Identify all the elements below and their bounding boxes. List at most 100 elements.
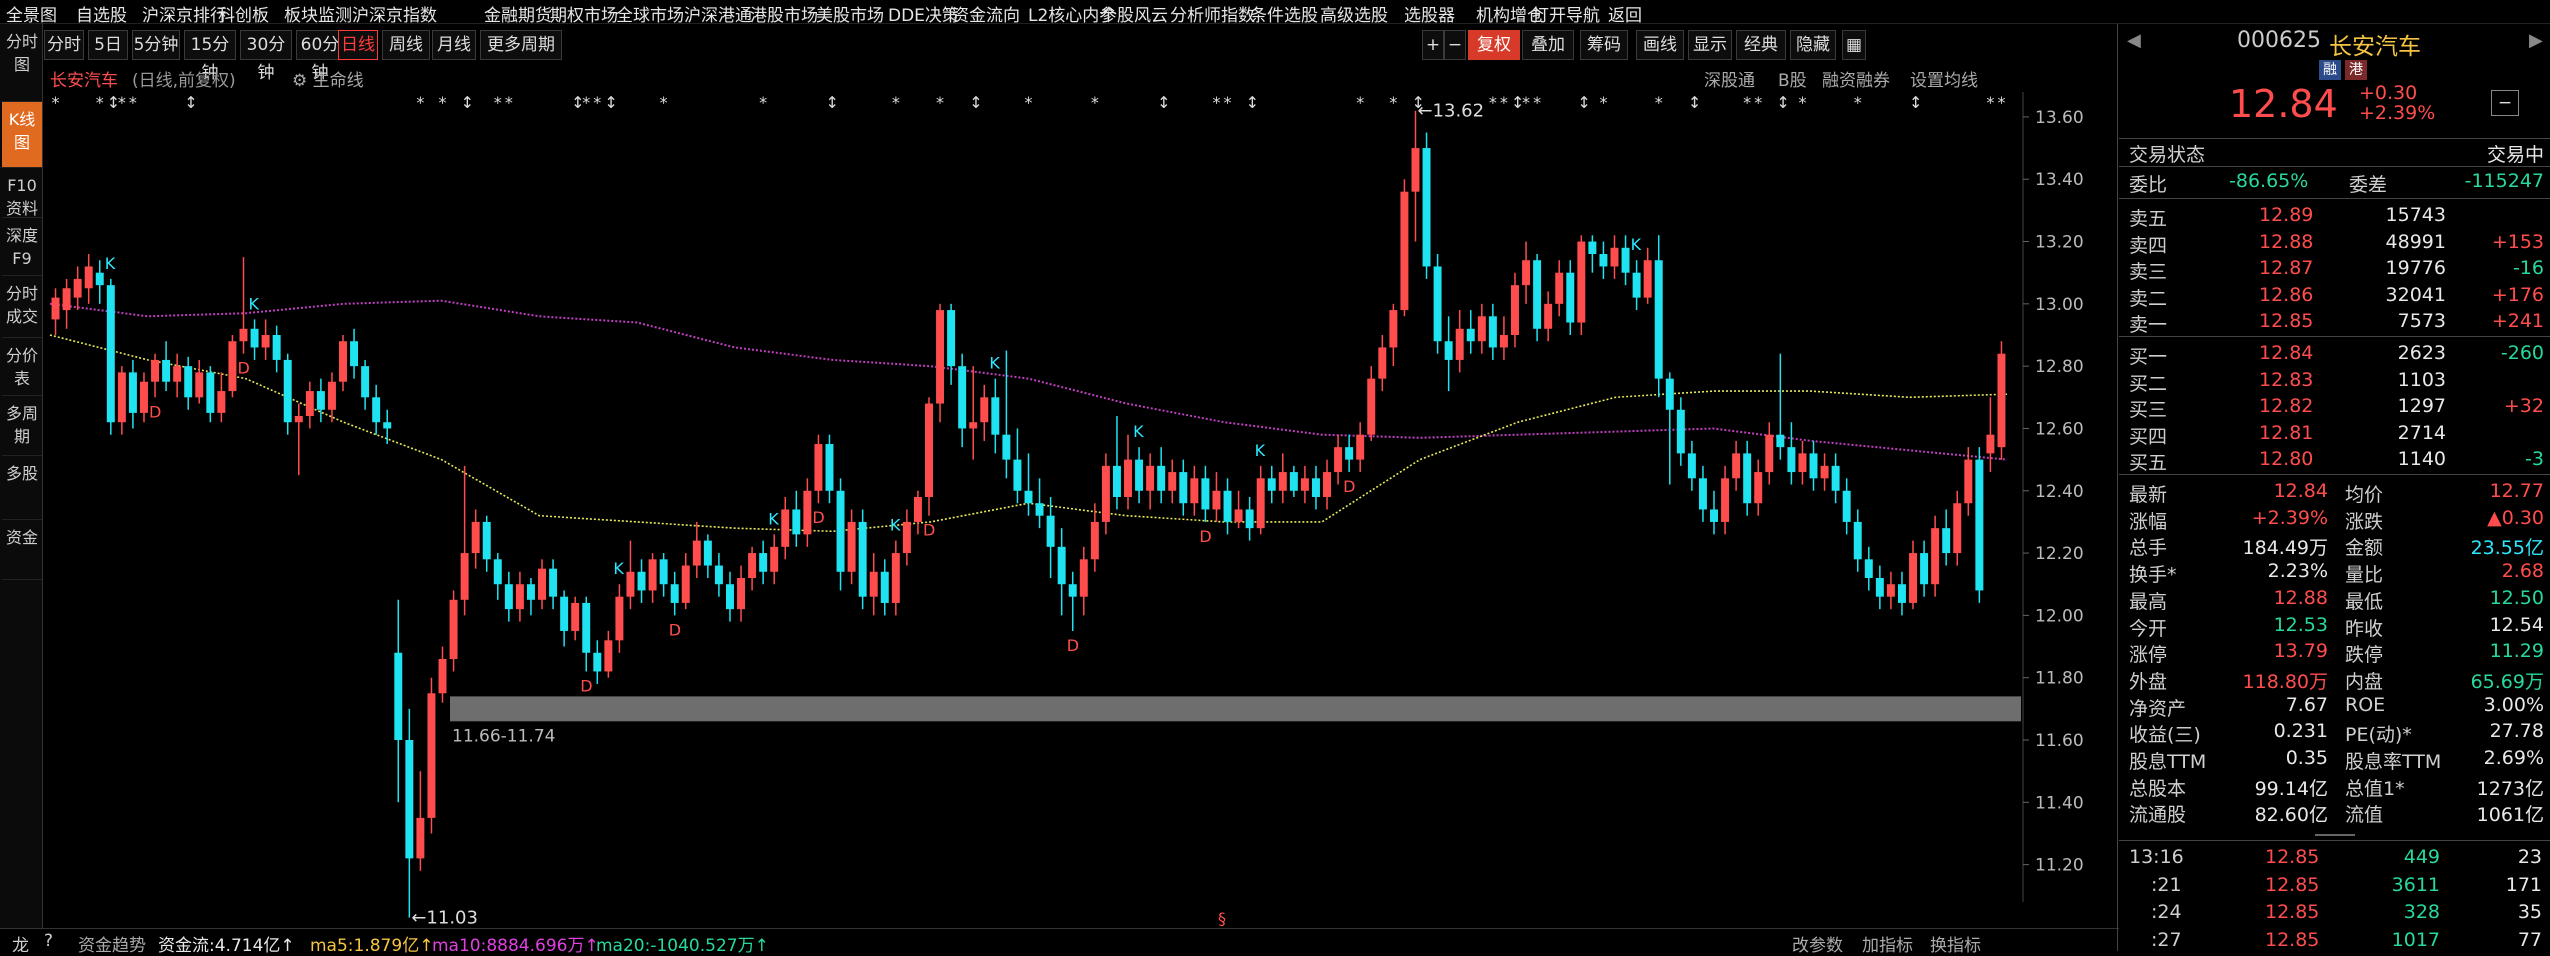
grid-settings-icon[interactable]: ▦ <box>1842 30 1866 60</box>
left-nav-item[interactable]: K线图 <box>2 102 42 168</box>
event-marker-icon[interactable]: ↕ <box>1577 93 1590 112</box>
top-menu-item[interactable]: 科创板 <box>218 1 269 23</box>
period-button[interactable]: 60分钟 <box>296 30 344 83</box>
top-menu-item[interactable]: 金融期货 <box>484 1 552 23</box>
toolbar-button[interactable]: 画线 <box>1636 30 1684 60</box>
left-nav-item[interactable]: 分时图 <box>2 24 42 102</box>
indicator-item[interactable]: ? <box>44 931 53 951</box>
event-marker-icon[interactable]: * <box>129 93 137 112</box>
event-marker-icon[interactable]: * <box>1986 93 1994 112</box>
event-marker-icon[interactable]: * <box>1500 93 1508 112</box>
top-menu-item[interactable]: 资金流向 <box>952 1 1020 23</box>
toolbar-button[interactable]: 复权 <box>1468 30 1520 60</box>
event-marker-icon[interactable]: ↕ <box>825 93 838 112</box>
period-button[interactable]: 更多周期 <box>480 30 562 60</box>
period-button[interactable]: 30分钟 <box>240 30 292 83</box>
ask-row[interactable]: 卖四 12.88 48991 +153 <box>2119 229 2550 257</box>
top-menu-item[interactable]: 分析师指数 <box>1170 1 1255 23</box>
event-marker-icon[interactable]: ↕ <box>1411 93 1424 112</box>
minimize-button[interactable]: − <box>2491 90 2519 116</box>
left-nav-item[interactable]: 分价表 <box>2 338 42 396</box>
event-marker-icon[interactable]: * <box>505 93 513 112</box>
bid-row[interactable]: 买五 12.80 1140 -3 <box>2119 446 2550 474</box>
event-marker-icon[interactable]: * <box>118 93 126 112</box>
event-marker-icon[interactable]: * <box>1224 93 1232 112</box>
bid-row[interactable]: 买二 12.83 1103 <box>2119 367 2550 395</box>
period-button[interactable]: 5分钟 <box>132 30 180 60</box>
event-marker-icon[interactable]: ↕ <box>969 93 982 112</box>
top-menu-item[interactable]: 条件选股 <box>1250 1 1318 23</box>
event-marker-icon[interactable]: * <box>439 93 447 112</box>
kline-chart[interactable]: 13.60 13.40 13.20 13.00 12.80 12.60 12.40 12.20… <box>44 92 2116 928</box>
top-menu-item[interactable]: 沪深京指数 <box>352 1 437 23</box>
ask-row[interactable]: 卖二 12.86 32041 +176 <box>2119 282 2550 310</box>
event-marker-icon[interactable]: ↕ <box>1688 93 1701 112</box>
info-link[interactable]: B股 <box>1778 66 1807 91</box>
period-button[interactable]: 日线 <box>338 30 378 60</box>
event-marker-icon[interactable]: * <box>582 93 590 112</box>
indicator-action-button[interactable]: 换指标 <box>1930 931 1981 956</box>
indicator-action-button[interactable]: 改参数 <box>1792 931 1843 956</box>
event-marker-icon[interactable]: * <box>936 93 944 112</box>
left-nav-item[interactable]: F10资料 <box>2 168 42 218</box>
event-marker-icon[interactable]: * <box>892 93 900 112</box>
top-menu-item[interactable]: 全球市场 <box>616 1 684 23</box>
zoom-in-button[interactable]: + <box>1422 30 1444 60</box>
top-menu-item[interactable]: 返回 <box>1608 1 1642 23</box>
event-marker-icon[interactable]: * <box>1798 93 1806 112</box>
event-marker-icon[interactable]: * <box>1854 93 1862 112</box>
top-menu-item[interactable]: 美股市场 <box>816 1 884 23</box>
indicator-item[interactable]: 资金趋势 <box>78 931 146 956</box>
event-marker-icon[interactable]: ↕ <box>1909 93 1922 112</box>
top-menu-item[interactable]: 期权市场 <box>550 1 618 23</box>
bid-row[interactable]: 买三 12.82 1297 +32 <box>2119 393 2550 421</box>
top-menu-item[interactable]: 港股市场 <box>750 1 818 23</box>
left-nav-item[interactable]: 深度F9 <box>2 218 42 276</box>
event-marker-icon[interactable]: * <box>1522 93 1530 112</box>
period-button[interactable]: 月线 <box>432 30 476 60</box>
top-menu-item[interactable]: DDE决策 <box>888 1 959 23</box>
toolbar-button[interactable]: 经典 <box>1736 30 1786 60</box>
event-marker-icon[interactable]: * <box>96 93 104 112</box>
info-link[interactable]: 设置均线 <box>1910 66 1978 91</box>
top-menu-item[interactable]: 自选股 <box>76 1 127 23</box>
top-menu-item[interactable]: 高级选股 <box>1320 1 1388 23</box>
event-marker-icon[interactable]: * <box>1599 93 1607 112</box>
event-marker-icon[interactable]: * <box>1743 93 1751 112</box>
info-link[interactable]: 融资融券 <box>1822 66 1890 91</box>
left-nav-item[interactable]: 分时成交 <box>2 276 42 338</box>
life-line-toggle[interactable]: ⚙ 生命线 <box>292 66 364 91</box>
event-marker-icon[interactable]: * <box>1997 93 2005 112</box>
event-marker-icon[interactable]: * <box>660 93 668 112</box>
event-marker-icon[interactable]: * <box>593 93 601 112</box>
left-nav-item[interactable]: 资金 <box>2 520 42 580</box>
event-marker-icon[interactable]: * <box>1533 93 1541 112</box>
event-marker-icon[interactable]: * <box>416 93 424 112</box>
event-marker-icon[interactable]: ↕ <box>604 93 617 112</box>
collapse-arrow-icon[interactable]: ◀ <box>2127 30 2141 51</box>
top-menu-item[interactable]: 个股风云 <box>1100 1 1168 23</box>
toolbar-button[interactable]: 叠加 <box>1522 30 1574 60</box>
event-marker-icon[interactable]: * <box>494 93 502 112</box>
panel-divider[interactable] <box>2117 24 2118 951</box>
bid-row[interactable]: 买一 12.84 2623 -260 <box>2119 340 2550 368</box>
top-menu-item[interactable]: 选股器 <box>1404 1 1455 23</box>
zoom-out-button[interactable]: − <box>1444 30 1466 60</box>
event-marker-icon[interactable]: * <box>1489 93 1497 112</box>
event-marker-icon[interactable]: * <box>1025 93 1033 112</box>
ask-row[interactable]: 卖一 12.85 7573 +241 <box>2119 308 2550 336</box>
left-nav-item[interactable]: 多周期 <box>2 396 42 456</box>
event-marker-icon[interactable]: ↕ <box>1246 93 1259 112</box>
event-marker-icon[interactable]: * <box>1212 93 1220 112</box>
event-marker-icon[interactable]: * <box>1655 93 1663 112</box>
period-button[interactable]: 15分钟 <box>184 30 236 83</box>
bid-row[interactable]: 买四 12.81 2714 <box>2119 420 2550 448</box>
event-marker-icon[interactable]: * <box>1356 93 1364 112</box>
period-button[interactable]: 5日 <box>88 30 128 60</box>
next-stock-arrow-icon[interactable]: ▶ <box>2529 30 2543 51</box>
toolbar-button[interactable]: 显示 <box>1688 30 1732 60</box>
event-marker-icon[interactable]: * <box>1091 93 1099 112</box>
period-button[interactable]: 周线 <box>382 30 430 60</box>
event-marker-icon[interactable]: * <box>1389 93 1397 112</box>
event-marker-icon[interactable]: ↕ <box>1776 93 1789 112</box>
